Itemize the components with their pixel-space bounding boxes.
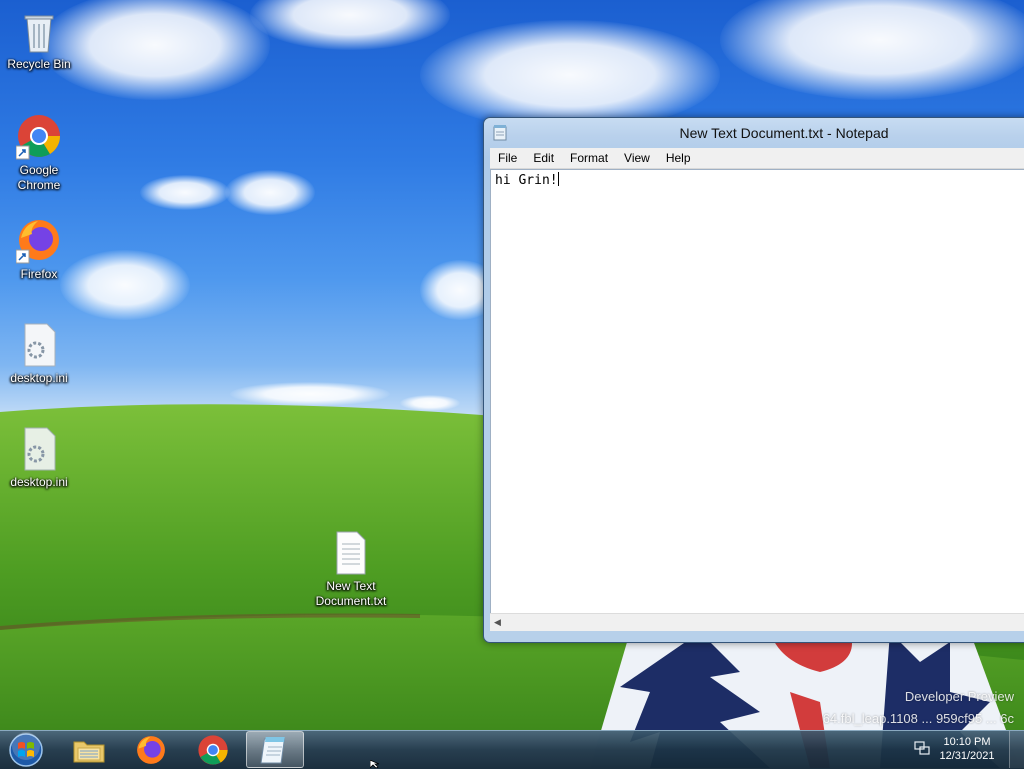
desktop-ini-label-2: desktop.ini [10,475,68,489]
chrome-icon [198,734,228,765]
notepad-icon [260,736,286,763]
taskbar-chrome[interactable] [186,731,240,768]
start-orb-icon [9,732,43,767]
chrome-icon [16,115,61,160]
scroll-left-icon[interactable]: ◀ [494,617,501,628]
window-title: New Text Document.txt - Notepad [679,125,889,141]
text-file-icon [336,531,366,575]
build-watermark: Developer Preview 64.fbl_leap.1108 ... 9… [823,686,1014,730]
editor-content: hi Grin! [495,173,558,188]
desktop-ini-label-1: desktop.ini [10,371,68,385]
desktop-icon-new-text-document[interactable]: New Text Document.txt [315,530,387,609]
menu-edit[interactable]: Edit [525,148,562,168]
menu-file[interactable]: File [490,148,525,168]
recycle-bin-label: Recycle Bin [7,57,71,71]
horizontal-scrollbar[interactable]: ◀ [490,613,1024,631]
taskbar: 10:10 PM 12/31/2021 [0,730,1024,769]
system-clock[interactable]: 10:10 PM 12/31/2021 [932,735,1002,763]
desktop-icon-firefox[interactable]: Firefox [3,218,75,282]
mouse-cursor-icon [370,760,380,768]
menu-format[interactable]: Format [562,148,616,168]
firefox-icon [16,220,59,264]
file-explorer-icon [73,741,105,762]
new-text-document-label: New Text Document.txt [315,579,387,608]
text-caret [557,172,559,186]
menu-bar: File Edit Format View Help [490,148,1024,169]
desktop-icon-desktop-ini-2[interactable]: desktop.ini [3,426,75,490]
start-button[interactable] [6,732,46,773]
taskbar-file-explorer[interactable] [62,731,116,768]
recycle-bin-icon [24,15,54,53]
taskbar-notepad[interactable] [246,731,304,768]
network-icon[interactable] [914,740,930,756]
notepad-titlebar[interactable]: New Text Document.txt - Notepad [484,118,1024,148]
watermark-line-1: Developer Preview [904,689,1014,704]
desktop-icon-desktop-ini-1[interactable]: desktop.ini [3,322,75,386]
firefox-icon [137,735,165,764]
desktop-icon-google-chrome[interactable]: Google Chrome [3,114,75,193]
menu-help[interactable]: Help [658,148,699,168]
settings-file-icon [24,427,56,471]
show-desktop-button[interactable] [1009,731,1024,768]
chrome-label: Google Chrome [17,163,61,192]
settings-file-icon [24,323,56,367]
firefox-label: Firefox [20,267,58,281]
taskbar-firefox[interactable] [124,731,178,768]
clock-time: 10:10 PM [943,736,991,748]
desktop-icon-recycle-bin[interactable]: Recycle Bin [3,8,75,72]
notepad-window[interactable]: New Text Document.txt - Notepad File Edi… [483,117,1024,643]
menu-view[interactable]: View [616,148,658,168]
watermark-line-2: 64.fbl_leap.1108 ... 959cf95 ... 6c [822,711,1014,726]
text-editor-area[interactable]: hi Grin! [490,169,1024,614]
clock-date: 12/31/2021 [939,750,995,762]
